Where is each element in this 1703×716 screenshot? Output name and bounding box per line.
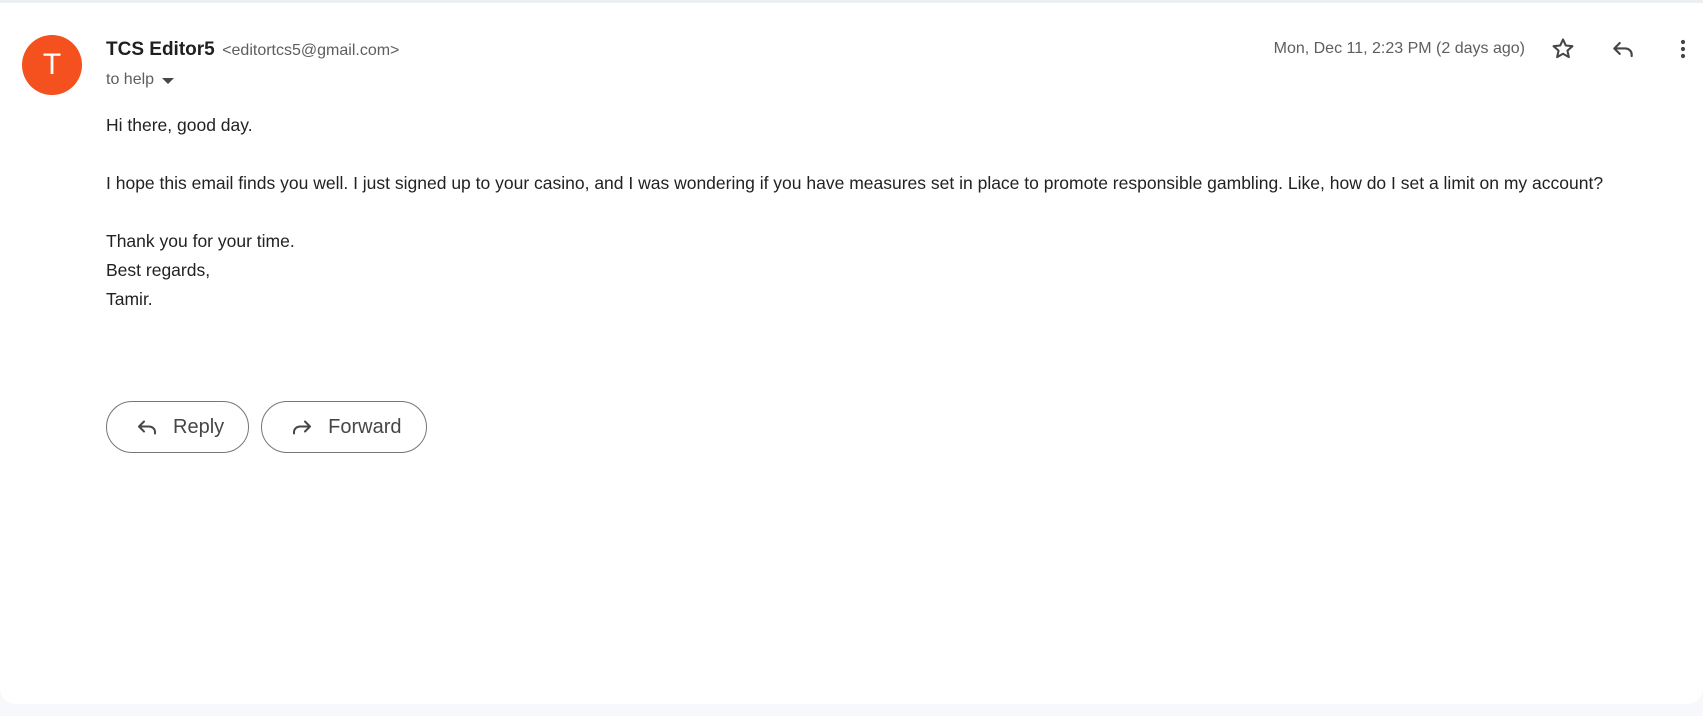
reply-icon	[1613, 41, 1633, 58]
more-options-button[interactable]	[1663, 29, 1703, 69]
forward-button[interactable]: Forward	[261, 401, 427, 453]
body-regards: Best regards,	[106, 260, 211, 280]
recipient-label: to help	[106, 71, 155, 88]
sender-name[interactable]: TCS Editor5	[106, 39, 215, 60]
more-vert-icon	[1680, 39, 1686, 59]
body-paragraph: I hope this email finds you well. I just…	[106, 173, 1604, 193]
message-header: TCS Editor5 <editortcs5@gmail.com> to he…	[106, 38, 1703, 99]
message-meta: Mon, Dec 11, 2:23 PM (2 days ago)	[1274, 31, 1703, 67]
body-greeting: Hi there, good day.	[106, 115, 253, 135]
body-closing: Thank you for your time.	[106, 231, 295, 251]
email-message-card: T TCS Editor5 <editortcs5@gmail.com> to …	[0, 0, 1703, 704]
reply-button-label: Reply	[173, 415, 225, 438]
recipient-details-toggle[interactable]: to help	[106, 71, 175, 89]
message-date: Mon, Dec 11, 2:23 PM (2 days ago)	[1273, 40, 1525, 57]
star-outline-icon	[1552, 38, 1574, 59]
reply-icon	[135, 415, 159, 439]
forward-button-label: Forward	[328, 415, 402, 438]
forward-icon	[290, 415, 314, 439]
reply-button[interactable]: Reply	[106, 401, 250, 453]
caret-down-icon	[162, 78, 175, 84]
body-signature: Tamir.	[106, 289, 153, 309]
avatar-initial: T	[42, 48, 62, 81]
message-actions: Reply Forward	[106, 401, 439, 453]
message-body: Hi there, good day. I hope this email fi…	[106, 111, 1676, 314]
sender-line: TCS Editor5 <editortcs5@gmail.com>	[106, 39, 399, 61]
sender-email[interactable]: <editortcs5@gmail.com>	[222, 42, 399, 59]
sender-avatar[interactable]: T	[22, 35, 82, 95]
reply-icon-button[interactable]	[1603, 29, 1643, 69]
star-button[interactable]	[1543, 29, 1583, 69]
